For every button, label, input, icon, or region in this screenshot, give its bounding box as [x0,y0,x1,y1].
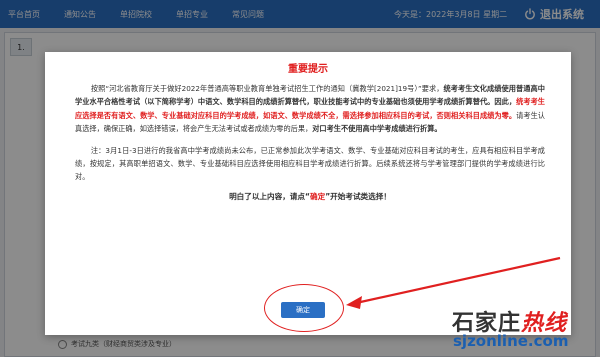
confirm-key: 确定 [310,191,326,201]
p1-note: 对口考生不使用高中学考成绩进行折算。 [312,124,442,134]
confirm-instruction: 明白了以上内容，请点“确定”开始考试类选择！ [75,190,545,203]
dialog-title: 重要提示 [288,64,328,75]
notice-paragraph-1: 按照“河北省教育厅关于做好2022年普通高等职业教育单独考试招生工作的通知（冀教… [75,82,545,136]
confirm-post: ”开始考试类选择！ [325,191,391,201]
watermark-url: sjzonline.com [453,332,569,350]
confirm-button[interactable]: 确定 [281,302,325,318]
page: 平台首页 通知公告 单招院校 单招专业 常见问题 今天是：2022年3月8日 星… [0,0,600,357]
confirm-pre: 明白了以上内容，请点“ [229,191,310,201]
watermark-logo: 石家庄热线 [452,305,567,336]
important-notice-dialog: 重要提示 按照“河北省教育厅关于做好2022年普通高等职业教育单独考试招生工作的… [45,52,571,335]
p1-intro: 按照“河北省教育厅关于做好2022年普通高等职业教育单独考试招生工作的通知（冀教… [90,84,444,93]
notice-paragraph-2: 注：3月1日-3日进行的我省高中学考成绩尚未公布，已正常参加此次学考语文、数学、… [75,145,545,182]
dialog-body: 按照“河北省教育厅关于做好2022年普通高等职业教育单独考试招生工作的通知（冀教… [75,82,545,203]
